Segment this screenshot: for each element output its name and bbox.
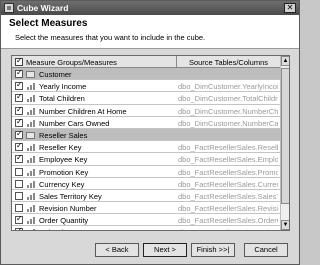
source-column: dbo_FactResellerSales.PromotionKey bbox=[178, 167, 278, 177]
scroll-down-icon[interactable]: ▼ bbox=[281, 220, 289, 230]
measure-icon bbox=[26, 94, 36, 103]
measure-name: Yearly Income bbox=[39, 82, 87, 92]
measure-row[interactable]: Sales Territory Key dbo_FactResellerSales… bbox=[12, 190, 280, 203]
row-checkbox[interactable] bbox=[15, 179, 23, 188]
measure-name: Reseller Sales bbox=[39, 130, 88, 140]
finish-button[interactable]: Finish >>| bbox=[191, 243, 235, 257]
page-subtitle: Select the measures that you want to inc… bbox=[15, 33, 206, 42]
page-title: Select Measures bbox=[9, 18, 88, 29]
scroll-thumb[interactable] bbox=[281, 68, 289, 204]
measure-icon bbox=[26, 119, 36, 127]
measure-group-row[interactable]: Customer bbox=[12, 68, 280, 81]
row-checkbox[interactable] bbox=[15, 191, 23, 200]
source-column: dbo_DimCustomer.YearlyIncome bbox=[178, 82, 278, 92]
row-checkbox[interactable] bbox=[15, 92, 23, 103]
measure-row[interactable]: Unit Price dbo_FactResellerSales.UnitPric… bbox=[12, 226, 280, 230]
back-button[interactable]: < Back bbox=[95, 243, 139, 257]
measure-name: Employee Key bbox=[39, 155, 88, 165]
measure-icon bbox=[26, 155, 36, 164]
measure-name: Reseller Key bbox=[39, 143, 82, 153]
measure-row[interactable]: Total Children dbo_DimCustomer.TotalChild… bbox=[12, 92, 280, 105]
wizard-buttons: < Back Next > Finish >>| Cancel bbox=[1, 239, 299, 265]
measure-row[interactable]: Number Children At Home dbo_DimCustomer.N… bbox=[12, 105, 280, 117]
source-column: dbo_FactResellerSales.ResellerKey bbox=[178, 143, 278, 153]
measure-rows: Customer Yearly Income dbo_DimCustomer.Yea… bbox=[12, 68, 280, 230]
row-checkbox[interactable] bbox=[15, 105, 23, 115]
vertical-scrollbar[interactable]: ▲ ▼ bbox=[280, 56, 289, 230]
measure-icon bbox=[26, 82, 36, 91]
measure-name: Sales Territory Key bbox=[39, 191, 102, 201]
measure-name: Revision Number bbox=[39, 204, 97, 214]
measure-icon bbox=[26, 204, 36, 213]
measure-row[interactable]: Order Quantity dbo_FactResellerSales.Orde… bbox=[12, 214, 280, 227]
grid-header: Measure Groups/Measures Source Tables/Co… bbox=[12, 56, 280, 68]
column-header-measures[interactable]: Measure Groups/Measures bbox=[26, 58, 117, 67]
next-button[interactable]: Next > bbox=[143, 243, 187, 257]
measure-row[interactable]: Reseller Key dbo_FactResellerSales.Resell… bbox=[12, 141, 280, 154]
measure-name: Customer bbox=[39, 70, 72, 79]
source-column: dbo_DimCustomer.TotalChildren bbox=[178, 94, 278, 104]
row-checkbox[interactable] bbox=[15, 153, 23, 164]
row-checkbox[interactable] bbox=[15, 214, 23, 225]
measure-row[interactable]: Employee Key dbo_FactResellerSales.Employ… bbox=[12, 153, 280, 166]
measure-icon bbox=[26, 168, 36, 176]
source-column: dbo_FactResellerSales.CurrencyKey bbox=[178, 179, 278, 189]
column-header-source[interactable]: Source Tables/Columns bbox=[176, 56, 280, 68]
measure-icon bbox=[26, 180, 36, 188]
measure-name: Currency Key bbox=[39, 179, 85, 189]
measure-group-icon bbox=[26, 131, 35, 139]
measure-group-row[interactable]: Reseller Sales bbox=[12, 128, 280, 142]
scroll-up-icon[interactable]: ▲ bbox=[281, 56, 289, 66]
select-all-checkbox[interactable] bbox=[15, 56, 23, 66]
window-title: Cube Wizard bbox=[17, 3, 69, 13]
measure-name: Promotion Key bbox=[39, 167, 89, 177]
row-checkbox[interactable] bbox=[15, 117, 23, 127]
source-column: dbo_FactResellerSales.OrderQuantity bbox=[178, 216, 278, 226]
measure-icon bbox=[26, 107, 36, 115]
row-checkbox[interactable] bbox=[15, 80, 23, 91]
row-checkbox[interactable] bbox=[15, 129, 23, 139]
wizard-app-icon bbox=[4, 3, 14, 13]
source-column: dbo_DimCustomer.NumberCarsOwned bbox=[178, 118, 278, 128]
source-column: dbo_FactResellerSales.RevisionNum bbox=[178, 204, 278, 214]
row-checkbox[interactable] bbox=[15, 167, 23, 176]
row-checkbox[interactable] bbox=[15, 141, 23, 152]
row-checkbox[interactable] bbox=[15, 68, 23, 78]
measure-group-icon bbox=[26, 71, 35, 78]
row-checkbox[interactable] bbox=[15, 204, 23, 213]
source-column: dbo_DimCustomer.NumberChildrenAt bbox=[178, 106, 278, 116]
row-checkbox[interactable] bbox=[15, 226, 23, 230]
wizard-header: Select Measures Select the measures that… bbox=[1, 15, 299, 49]
measure-icon bbox=[26, 192, 36, 200]
measures-grid: Measure Groups/Measures Source Tables/Co… bbox=[11, 55, 290, 231]
measure-name: Number Cars Owned bbox=[39, 118, 110, 128]
measure-name: Number Children At Home bbox=[39, 106, 127, 116]
source-column: dbo_FactResellerSales.UnitPrice bbox=[178, 228, 278, 230]
measure-row[interactable]: Currency Key dbo_FactResellerSales.Curren… bbox=[12, 178, 280, 190]
measure-icon bbox=[26, 143, 36, 152]
measure-name: Unit Price bbox=[39, 228, 72, 230]
cube-wizard-window: Cube Wizard ✕ Select Measures Select the… bbox=[0, 0, 300, 265]
close-button[interactable]: ✕ bbox=[284, 3, 296, 13]
measure-icon bbox=[26, 216, 36, 225]
cancel-button[interactable]: Cancel bbox=[244, 243, 288, 257]
measure-row[interactable]: Revision Number dbo_FactResellerSales.Rev… bbox=[12, 202, 280, 215]
measure-row[interactable]: Promotion Key dbo_FactResellerSales.Promo… bbox=[12, 166, 280, 178]
source-column: dbo_FactResellerSales.EmployeeKey bbox=[178, 155, 278, 165]
source-column: dbo_FactResellerSales.SalesTerritory bbox=[178, 191, 278, 201]
measure-row[interactable]: Yearly Income dbo_DimCustomer.YearlyIncom… bbox=[12, 80, 280, 93]
measure-row[interactable]: Number Cars Owned dbo_DimCustomer.NumberC… bbox=[12, 117, 280, 129]
measure-icon bbox=[26, 228, 36, 230]
measure-name: Order Quantity bbox=[39, 216, 89, 226]
title-bar: Cube Wizard ✕ bbox=[1, 1, 299, 15]
measure-name: Total Children bbox=[39, 94, 85, 104]
